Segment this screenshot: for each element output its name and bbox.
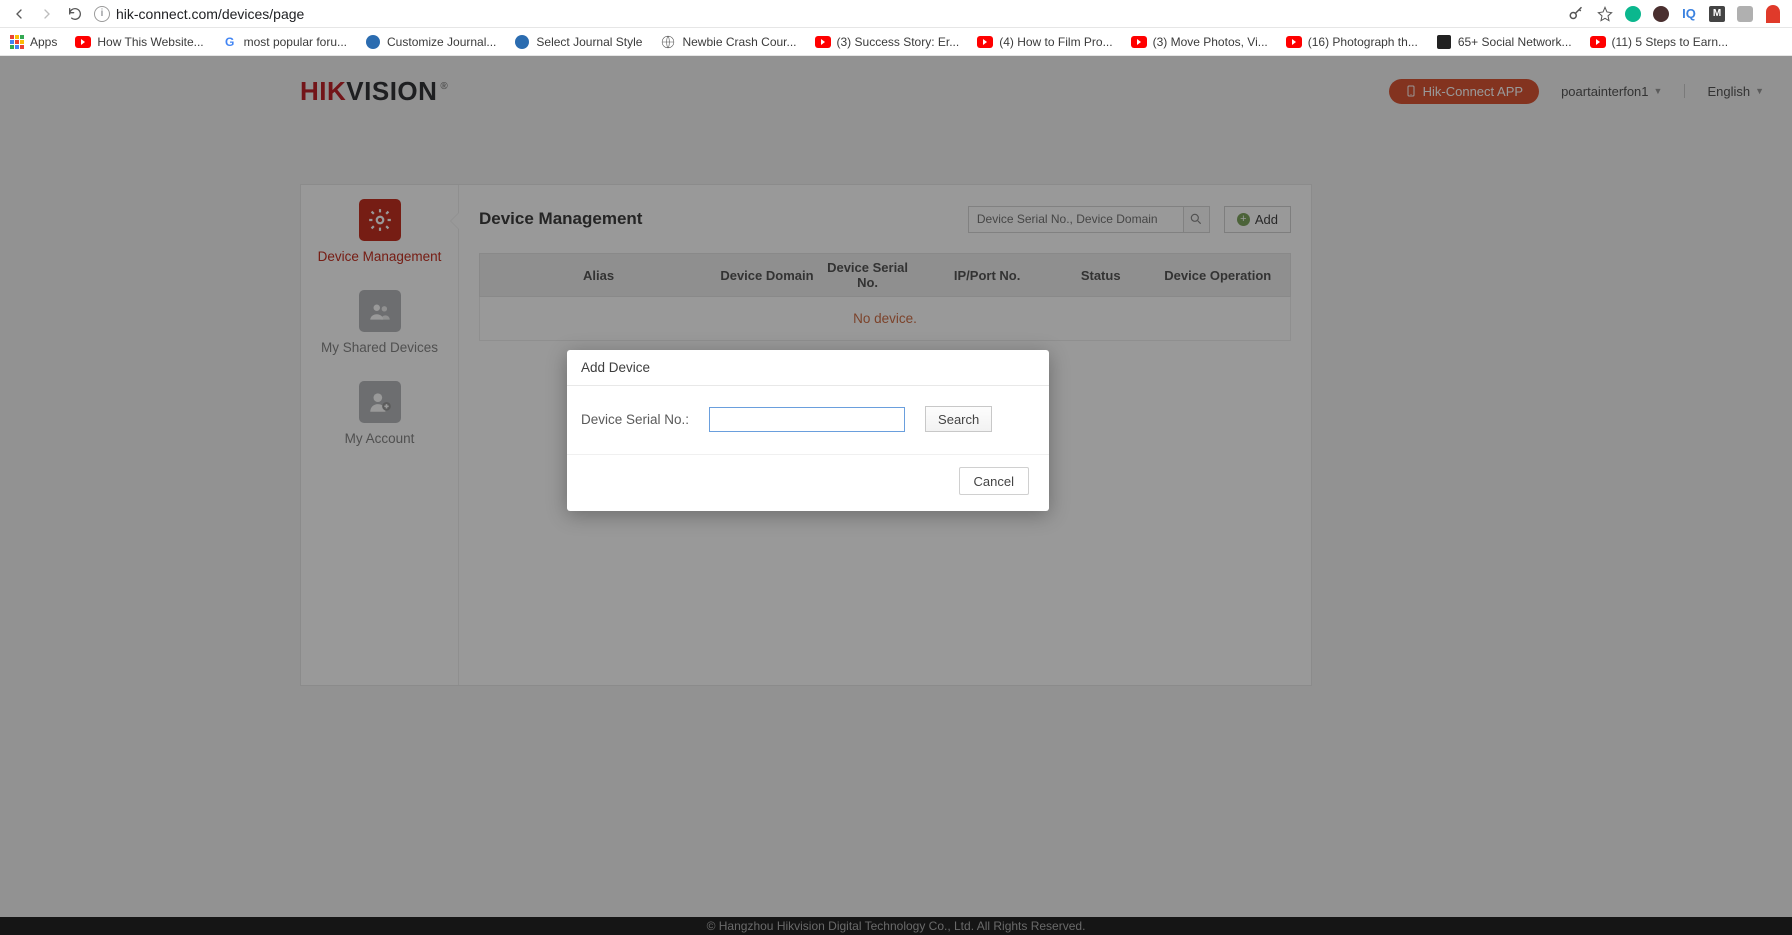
serial-input[interactable] — [709, 407, 905, 432]
ext-icon-5[interactable] — [1736, 5, 1754, 23]
modal-body: Device Serial No.: Search — [567, 386, 1049, 455]
bookmark-item[interactable]: (3) Move Photos, Vi... — [1131, 35, 1268, 49]
youtube-icon — [1590, 36, 1606, 48]
address-bar[interactable]: i hik-connect.com/devices/page — [94, 6, 1558, 22]
ext-icon-2[interactable] — [1652, 5, 1670, 23]
bookmark-item[interactable]: 65+ Social Network... — [1436, 34, 1572, 50]
modal-search-button[interactable]: Search — [925, 406, 992, 432]
modal-footer: Cancel — [567, 455, 1049, 511]
page-area: HIKVISION ® Hik-Connect APP poartainterf… — [0, 56, 1792, 935]
bookmark-item[interactable]: Newbie Crash Cour... — [660, 34, 796, 50]
back-button[interactable] — [10, 5, 28, 23]
youtube-icon — [815, 36, 831, 48]
modal-title: Add Device — [567, 350, 1049, 386]
ext-icon-6[interactable] — [1764, 5, 1782, 23]
youtube-icon — [1286, 36, 1302, 48]
bookmark-item[interactable]: (4) How to Film Pro... — [977, 35, 1112, 49]
youtube-icon — [75, 36, 91, 48]
url-text: hik-connect.com/devices/page — [116, 6, 304, 22]
bookmark-item[interactable]: Customize Journal... — [365, 34, 496, 50]
apps-label: Apps — [30, 35, 57, 49]
ext-icon-3[interactable]: IQ — [1680, 5, 1698, 23]
star-icon[interactable] — [1596, 5, 1614, 23]
bookmark-item[interactable]: (16) Photograph th... — [1286, 35, 1418, 49]
ext-icon-4[interactable]: M — [1708, 5, 1726, 23]
bookmark-item[interactable]: Select Journal Style — [514, 34, 642, 50]
site-icon — [1436, 34, 1452, 50]
site-icon — [514, 34, 530, 50]
bookmarks-bar: Apps How This Website... Gmost popular f… — [0, 28, 1792, 56]
reload-button[interactable] — [66, 5, 84, 23]
apps-icon — [10, 35, 24, 49]
add-device-modal: Add Device Device Serial No.: Search Can… — [567, 350, 1049, 511]
toolbar-right: IQ M — [1568, 5, 1782, 23]
serial-field-label: Device Serial No.: — [581, 412, 689, 427]
bookmark-item[interactable]: How This Website... — [75, 35, 203, 49]
cancel-button[interactable]: Cancel — [959, 467, 1029, 495]
forward-button[interactable] — [38, 5, 56, 23]
apps-button[interactable]: Apps — [10, 35, 57, 49]
bookmark-item[interactable]: (3) Success Story: Er... — [815, 35, 960, 49]
globe-icon — [660, 34, 676, 50]
youtube-icon — [1131, 36, 1147, 48]
ext-icon-1[interactable] — [1624, 5, 1642, 23]
bookmark-item[interactable]: (11) 5 Steps to Earn... — [1590, 35, 1729, 49]
key-icon[interactable] — [1568, 5, 1586, 23]
browser-toolbar: i hik-connect.com/devices/page IQ M — [0, 0, 1792, 28]
site-info-icon[interactable]: i — [94, 6, 110, 22]
site-icon — [365, 34, 381, 50]
google-icon: G — [222, 34, 238, 50]
youtube-icon — [977, 36, 993, 48]
bookmark-item[interactable]: Gmost popular foru... — [222, 34, 347, 50]
